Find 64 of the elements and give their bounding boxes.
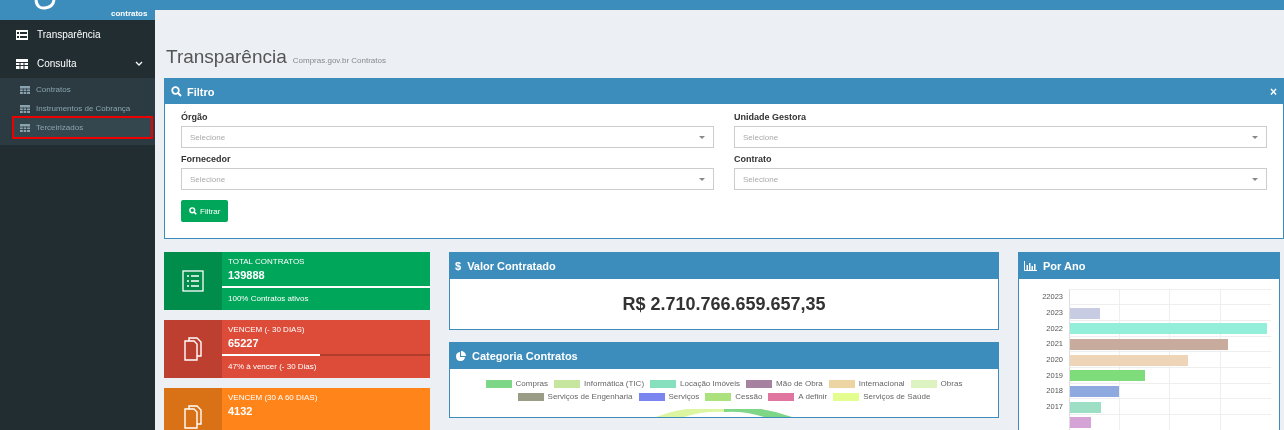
panel-title: Categoria Contratos <box>472 350 578 362</box>
select-field[interactable]: Selecione <box>734 168 1267 190</box>
panel-title: Filtro <box>187 85 215 98</box>
select-field[interactable]: Selecione <box>181 168 714 190</box>
info-label: VENCEM (30 A 60 DIAS) <box>227 393 319 402</box>
legend-label: Serviços de Engenharia <box>547 392 633 401</box>
nav-item[interactable]: Transparência <box>0 20 155 49</box>
table-icon <box>16 58 28 69</box>
submenu-item[interactable]: Terceirizados <box>14 118 151 137</box>
legend-label: Locação Imóveis <box>680 379 741 388</box>
table-icon <box>20 85 30 94</box>
submenu-item[interactable]: Contratos <box>14 80 151 99</box>
info-number: 139888 <box>227 268 266 281</box>
select-field[interactable]: Selecione <box>734 126 1267 148</box>
table-icon <box>20 123 30 132</box>
info-label: TOTAL CONTRATOS <box>227 257 306 266</box>
legend-label: Informática (TIC) <box>584 379 645 388</box>
search-icon <box>171 86 182 97</box>
submenu-item[interactable]: Instrumentos de Cobrança <box>14 99 151 118</box>
legend-label: Serviços <box>668 392 700 401</box>
documents-icon <box>184 337 202 361</box>
field-label: Fornecedor <box>181 154 232 164</box>
filter-button[interactable]: Filtrar <box>181 200 229 222</box>
dollar-icon: $ <box>455 260 462 272</box>
info-number: 4132 <box>227 404 254 417</box>
legend-label: Compras <box>515 379 549 388</box>
caret-icon <box>699 177 705 181</box>
close-button[interactable]: × <box>1270 84 1277 99</box>
field-label: Órgão <box>181 112 209 122</box>
legend-label: Obras <box>940 379 963 388</box>
search-icon <box>189 207 197 215</box>
select-field[interactable]: Selecione <box>181 126 714 148</box>
pie-chart-icon <box>455 350 466 362</box>
nav-item[interactable]: Consulta <box>0 49 155 78</box>
field-label: Unidade Gestora <box>734 112 808 122</box>
panel-title: Por Ano <box>1043 260 1086 272</box>
caret-icon <box>1252 177 1258 181</box>
list-icon <box>182 270 204 292</box>
page-subtitle: Compras.gov.br Contratos <box>292 56 386 65</box>
bar-chart-icon <box>1024 261 1037 271</box>
info-description: 47% à vencer (- 30 Dias) <box>227 361 318 371</box>
list-icon <box>16 29 28 40</box>
chart-bar <box>1070 417 1092 429</box>
chart-bar <box>1070 307 1100 319</box>
legend-label: A definir <box>798 392 828 401</box>
caret-icon <box>699 135 705 139</box>
info-label: VENCEM (- 30 DIAS) <box>227 325 306 334</box>
legend-label: Cessão <box>735 392 763 401</box>
legend-label: Mão de Obra <box>776 379 823 388</box>
chart-bar <box>1070 401 1102 413</box>
logo-text: contratos <box>111 9 148 19</box>
panel-title: Valor Contratado <box>467 260 556 272</box>
info-number: 65227 <box>227 336 260 349</box>
info-description: 100% Contratos ativos <box>227 293 310 303</box>
logo-icon <box>34 0 56 10</box>
legend-label: Serviços de Saúde <box>863 392 931 401</box>
page-title: Transparência <box>166 46 287 68</box>
contract-value: R$ 2.710.766.659.657,35 <box>622 293 826 315</box>
documents-icon <box>184 405 202 429</box>
legend-label: Internacional <box>858 379 905 388</box>
field-label: Contrato <box>734 154 773 164</box>
table-icon <box>20 104 30 113</box>
chart-bar <box>1070 385 1120 397</box>
caret-icon <box>1252 135 1258 139</box>
